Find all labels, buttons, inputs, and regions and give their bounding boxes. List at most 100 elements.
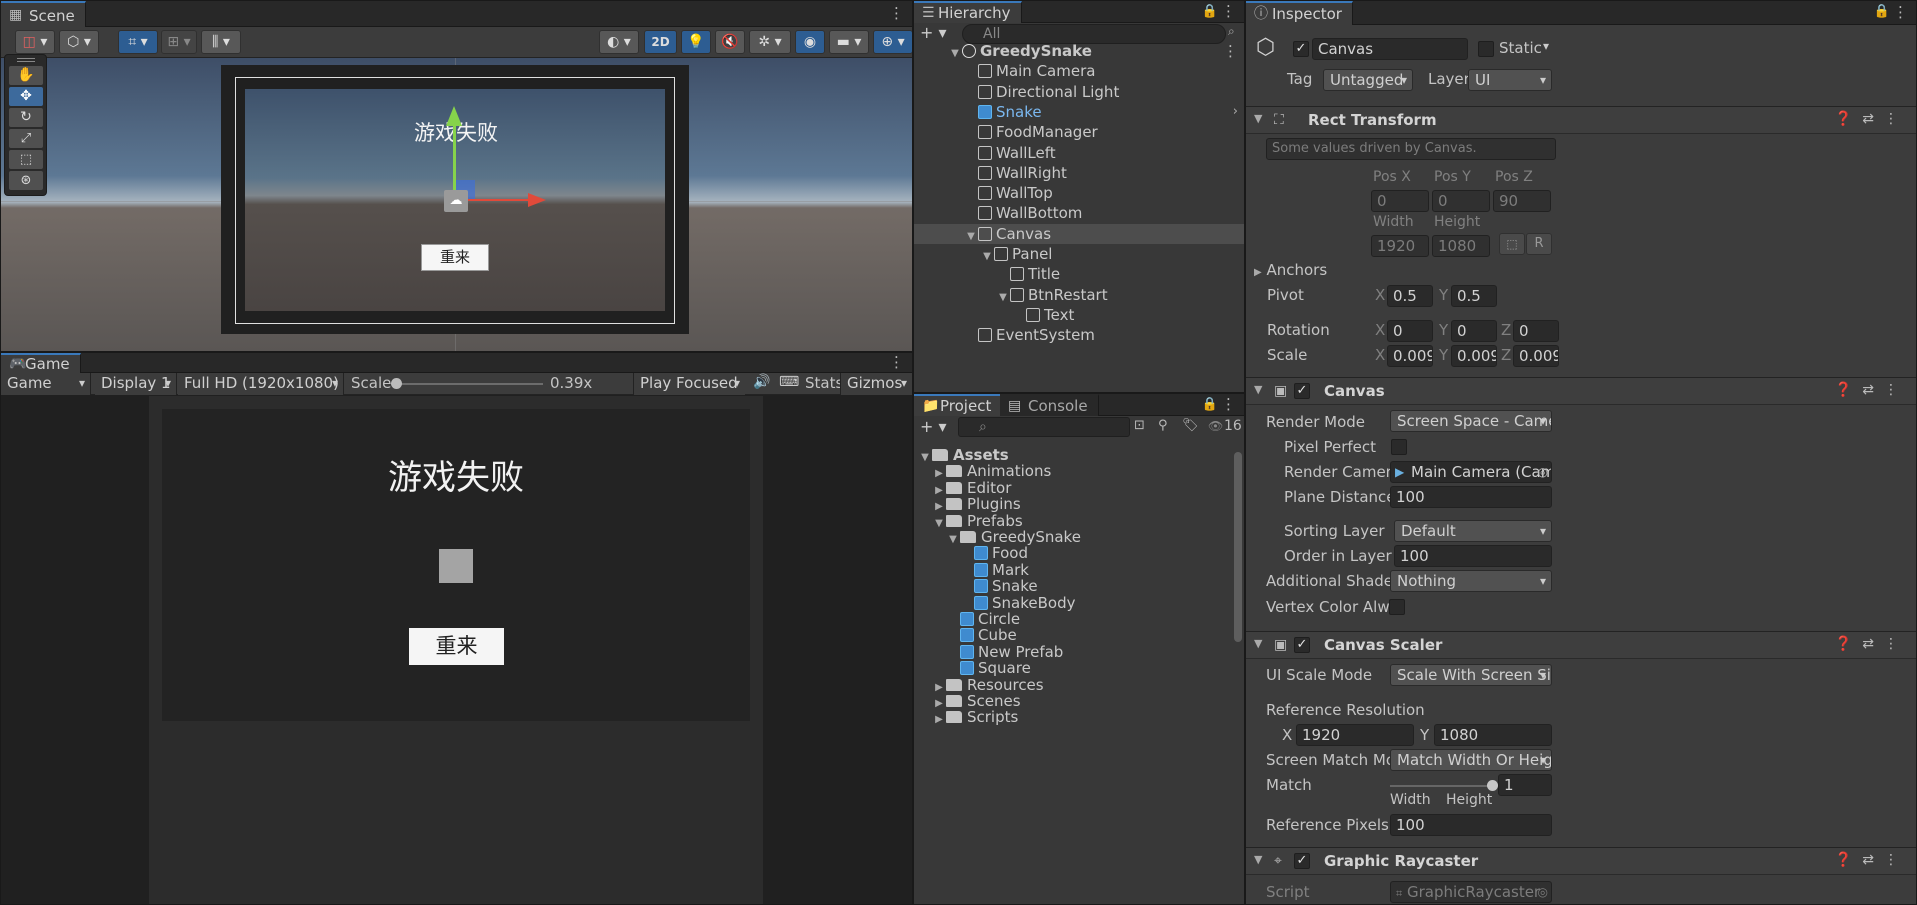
scene-menu-icon[interactable]: ⋮ — [1223, 41, 1238, 61]
scale-slider[interactable] — [391, 378, 543, 389]
keyboard-icon[interactable]: ⌨ — [779, 374, 799, 390]
draw-mode-button[interactable]: ◫ ▾ — [15, 30, 55, 54]
project-item[interactable]: SnakeBody — [914, 594, 1075, 612]
lighting-toggle[interactable]: 💡 — [681, 30, 711, 54]
hierarchy-item[interactable]: ▼ GreedySnake ⋮ — [914, 41, 1244, 61]
project-item[interactable]: Cube — [914, 626, 1017, 644]
project-item[interactable]: ▶ Animations — [914, 462, 1051, 480]
canvas-actions-icon[interactable]: ❓⇄⋮ — [1835, 382, 1908, 398]
camera-button[interactable]: ▬ ▾ — [829, 30, 869, 54]
project-item[interactable]: New Prefab — [914, 643, 1063, 661]
raycaster-actions-icon[interactable]: ❓⇄⋮ — [1835, 852, 1908, 868]
project-lock-icon[interactable]: 🔒 — [1202, 397, 1218, 412]
graphic-raycaster-header[interactable]: ▼ ⌖ ✓ Graphic Raycaster ❓⇄⋮ — [1246, 847, 1916, 875]
hierarchy-menu-icon[interactable]: ⋮ — [1221, 2, 1236, 20]
ui-scale-mode-dropdown[interactable]: Scale With Screen Size — [1390, 664, 1552, 686]
canvas-scaler-header[interactable]: ▼ ▣ ✓ Canvas Scaler ❓⇄⋮ — [1246, 631, 1916, 659]
rot-x-field[interactable]: 0 — [1387, 320, 1433, 342]
project-item[interactable]: ▶ Scripts — [914, 708, 1018, 726]
gizmo-center[interactable]: ☁ — [444, 190, 468, 212]
blueprint-mode-button[interactable]: ⬚ — [1499, 233, 1525, 255]
hierarchy-item[interactable]: Snake › — [914, 102, 1244, 122]
match-slider[interactable] — [1390, 780, 1498, 791]
tab-project[interactable]: 📁 Project — [914, 394, 1003, 416]
transform-tool-icon[interactable]: ⊛ — [9, 171, 43, 190]
hierarchy-item[interactable]: Directional Light — [914, 82, 1244, 102]
match-value-field[interactable]: 1 — [1498, 774, 1552, 796]
project-item[interactable]: ▶ Scenes — [914, 692, 1020, 710]
gizmos-button[interactable]: ⊕ ▾ — [873, 30, 912, 54]
hierarchy-item[interactable]: WallRight — [914, 163, 1244, 183]
game-menu-icon[interactable]: ⋮ — [889, 353, 904, 371]
ref-y-field[interactable]: 1080 — [1434, 724, 1552, 746]
tab-hierarchy[interactable]: ☰ Hierarchy — [914, 1, 1022, 23]
canvas-component-header[interactable]: ▼ ▣ ✓ Canvas ❓⇄⋮ — [1246, 377, 1916, 405]
plane-distance-field[interactable]: 100 — [1390, 486, 1552, 508]
object-name-input[interactable]: Canvas — [1312, 38, 1468, 60]
project-item[interactable]: Square — [914, 659, 1031, 677]
rect-tool-icon[interactable]: ⬚ — [9, 150, 43, 169]
scaler-enabled-checkbox[interactable]: ✓ — [1294, 637, 1310, 653]
pixel-perfect-checkbox[interactable] — [1391, 439, 1407, 455]
2d-toggle[interactable]: 2D — [644, 30, 677, 54]
effects-button[interactable]: ✲ ▾ — [749, 30, 791, 54]
inspector-lock-icon[interactable]: 🔒 — [1874, 4, 1890, 19]
tab-inspector[interactable]: ⓘ Inspector — [1246, 1, 1353, 25]
scene-restart-button[interactable]: 重来 — [421, 244, 489, 271]
tag-dropdown[interactable]: Untagged — [1323, 69, 1413, 91]
add-icon[interactable]: + ▾ — [920, 23, 947, 43]
rotate-tool-icon[interactable]: ↻ — [9, 108, 43, 127]
scale-y-field[interactable]: 0.009 — [1451, 345, 1497, 367]
project-item[interactable]: Snake — [914, 577, 1038, 595]
project-item[interactable]: ▶ Editor — [914, 479, 1011, 497]
scale-z-field[interactable]: 0.009 — [1513, 345, 1559, 367]
scale-slider-thumb[interactable] — [391, 378, 402, 389]
canvas-collapse-arrow-icon[interactable]: ▼ — [1254, 383, 1262, 396]
game-restart-button[interactable]: 重来 — [409, 628, 504, 665]
project-item[interactable]: Mark — [914, 561, 1029, 579]
sorting-layer-dropdown[interactable]: Default — [1394, 520, 1552, 542]
hierarchy-item[interactable]: Text — [914, 305, 1244, 325]
project-item[interactable]: ▼ Prefabs — [914, 512, 1023, 530]
scaler-collapse-arrow-icon[interactable]: ▼ — [1254, 637, 1262, 650]
audio-icon[interactable]: 🔊 — [753, 374, 770, 390]
move-gizmo[interactable]: ☁ — [441, 106, 551, 218]
hierarchy-item[interactable]: WallBottom — [914, 203, 1244, 223]
pivot-y-field[interactable]: 0.5 — [1451, 285, 1497, 307]
open-prefab-chevron-icon[interactable]: › — [1233, 102, 1238, 122]
label-filter-icon[interactable]: 🏷 — [1182, 418, 1199, 433]
shading-button[interactable]: ◐ ▾ — [599, 30, 639, 54]
stats-button[interactable]: Stats — [805, 374, 843, 392]
hierarchy-item[interactable]: WallLeft — [914, 143, 1244, 163]
static-dropdown-icon[interactable]: ▾ — [1543, 39, 1549, 53]
snap-button[interactable]: ⊞ ▾ — [161, 30, 197, 54]
raycaster-enabled-checkbox[interactable]: ✓ — [1294, 853, 1310, 869]
hierarchy-item[interactable]: Title — [914, 264, 1244, 284]
scaler-actions-icon[interactable]: ❓⇄⋮ — [1835, 636, 1908, 652]
hierarchy-item[interactable]: ▼ BtnRestart — [914, 285, 1244, 305]
script-field[interactable]: ⌗ GraphicRaycaster ◎ — [1390, 881, 1552, 903]
play-focused-dropdown[interactable]: Play Focused — [633, 373, 745, 395]
search-filter-icon[interactable]: ⊡ — [1134, 418, 1145, 433]
static-checkbox[interactable] — [1478, 41, 1494, 57]
project-item[interactable]: ▶ Resources — [914, 676, 1043, 694]
foldout-arrow-icon[interactable]: ▶ — [932, 711, 946, 729]
anchors-foldout[interactable]: ▶ Anchors — [1254, 261, 1327, 279]
script-picker-icon[interactable]: ◎ — [1538, 882, 1548, 902]
match-slider-thumb[interactable] — [1487, 780, 1498, 791]
vertex-color-checkbox[interactable] — [1389, 599, 1405, 615]
raw-edit-button[interactable]: R — [1526, 233, 1552, 255]
game-view[interactable]: 游戏失败 重来 — [149, 396, 763, 904]
render-camera-field[interactable]: ▶ Main Camera (Came ◎ — [1390, 461, 1552, 483]
resolution-dropdown[interactable]: Full HD (1920x1080) — [178, 373, 344, 395]
project-item[interactable]: ▶ Plugins — [914, 495, 1021, 513]
inspector-menu-icon[interactable]: ⋮ — [1893, 3, 1908, 21]
hierarchy-item[interactable]: ▼ Canvas — [914, 223, 1244, 244]
lock-icon[interactable]: 🔒 — [1202, 4, 1218, 19]
ref-x-field[interactable]: 1920 — [1296, 724, 1414, 746]
posz-field[interactable]: 90 — [1493, 190, 1551, 212]
hand-tool-icon[interactable]: ✋ — [9, 66, 43, 85]
grid-snap-button[interactable]: ⌗ ▾ — [118, 30, 158, 54]
audio-toggle[interactable]: 🔇 — [715, 30, 745, 54]
display-dropdown[interactable]: Display 1 — [95, 373, 177, 395]
